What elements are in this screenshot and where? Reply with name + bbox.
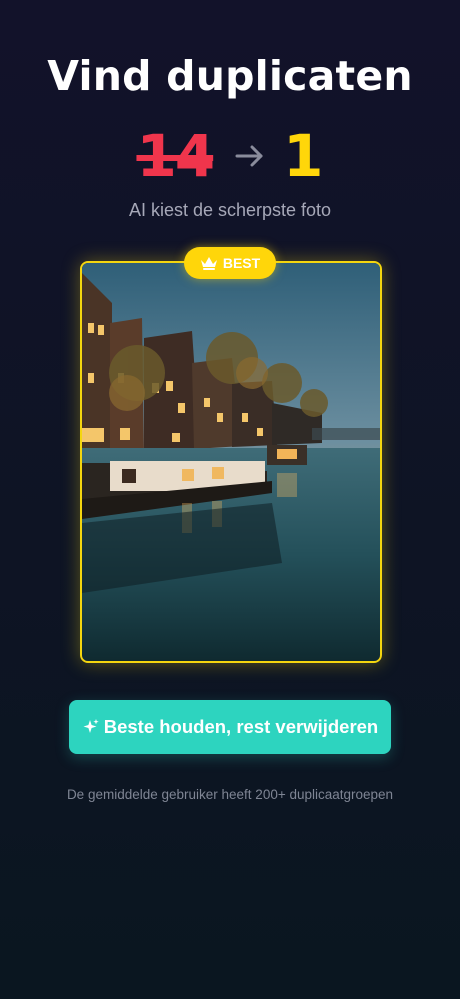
keep-best-button-label: Beste houden, rest verwijderen — [103, 716, 379, 737]
count-before: 14 — [136, 122, 215, 190]
crown-icon — [200, 256, 218, 270]
sparkle-icon — [82, 718, 100, 736]
best-photo[interactable] — [80, 261, 382, 663]
subtitle: AI kiest de scherpste foto — [128, 200, 332, 220]
duplicate-counter: 14 1 — [0, 122, 460, 190]
keep-best-button[interactable]: Beste houden, rest verwijderen — [69, 700, 391, 754]
best-badge-label: BEST — [222, 255, 261, 271]
best-badge: BEST — [184, 247, 276, 279]
footer-note: De gemiddelde gebruiker heeft 200+ dupli… — [66, 787, 394, 802]
canal-photo-image — [82, 263, 380, 661]
count-after: 1 — [283, 122, 324, 190]
arrow-right-icon — [235, 144, 265, 168]
page-title: Vind duplicaten — [47, 52, 413, 100]
